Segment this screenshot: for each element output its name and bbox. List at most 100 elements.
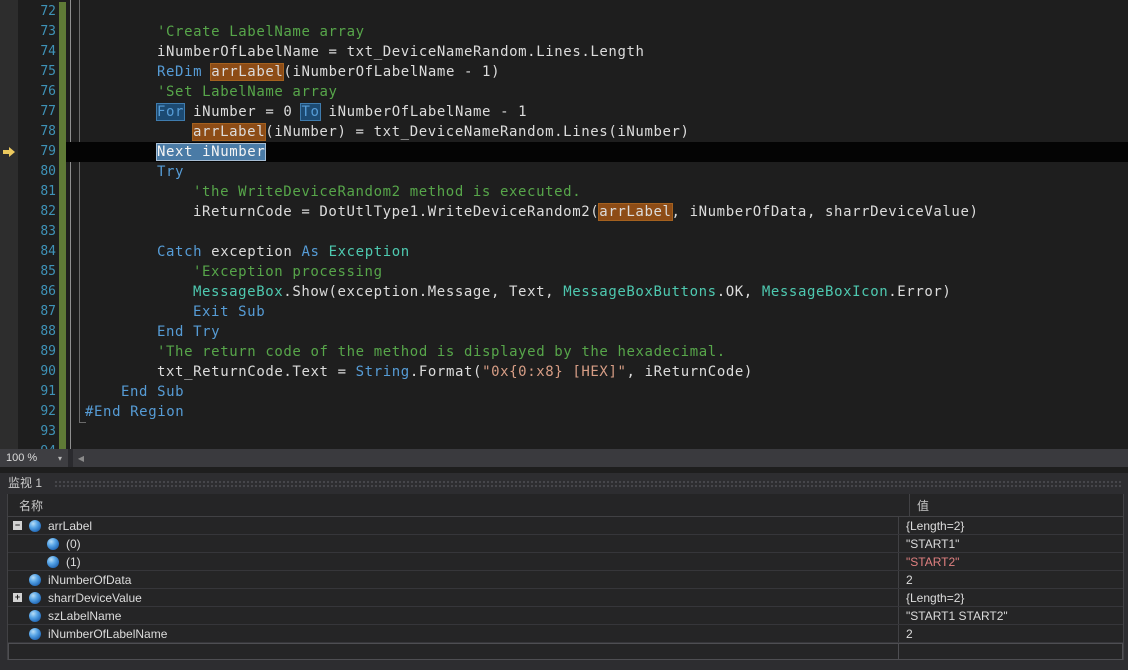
code-token: Exit Sub: [193, 304, 265, 320]
code-token: [320, 244, 329, 260]
watch-value-cell[interactable]: "START2": [899, 553, 1123, 570]
code-line-text: iReturnCode = DotUtlType1.WriteDeviceRan…: [85, 202, 979, 222]
line-number: 89: [0, 342, 56, 362]
code-line[interactable]: 78 arrLabel(iNumber) = txt_DeviceNameRand…: [0, 122, 1128, 142]
code-token: Exception: [329, 244, 410, 260]
watch-value-cell[interactable]: "START1": [899, 535, 1123, 552]
code-lines: 7273'Create LabelName array74iNumberOfLa…: [0, 2, 1128, 449]
line-number: 84: [0, 242, 56, 262]
watch-row[interactable]: szLabelName"START1 START2": [8, 607, 1123, 625]
code-token: , iNumberOfData, sharrDeviceValue): [672, 204, 979, 220]
code-token: (iNumberOfLabelName - 1): [283, 64, 500, 80]
code-line-text: For iNumber = 0 To iNumberOfLabelName - …: [85, 102, 527, 122]
code-token: (iNumber) = txt_DeviceNameRandom.Lines(i…: [265, 124, 689, 140]
code-token: 'Exception processing: [193, 264, 383, 280]
expand-icon[interactable]: +: [13, 593, 22, 602]
watch-row[interactable]: iNumberOfLabelName2: [8, 625, 1123, 643]
watch-row[interactable]: − arrLabel {Length=2}: [8, 517, 1123, 535]
watch-row[interactable]: +sharrDeviceValue{Length=2}: [8, 589, 1123, 607]
horizontal-scrollbar[interactable]: [89, 449, 1128, 467]
code-line[interactable]: 80Try: [0, 162, 1128, 182]
code-token: MessageBoxButtons: [563, 284, 717, 300]
line-number: 77: [0, 102, 56, 122]
change-tracking-bar: [59, 182, 66, 202]
code-line[interactable]: 86MessageBox.Show(exception.Message, Tex…: [0, 282, 1128, 302]
code-token: exception: [202, 244, 301, 260]
watch-variable-name: arrLabel: [48, 519, 92, 533]
column-header-name[interactable]: 名称: [8, 494, 910, 516]
code-line[interactable]: 92#End Region: [0, 402, 1128, 422]
add-watch-value-cell: [899, 643, 1123, 660]
code-line[interactable]: 91End Sub: [0, 382, 1128, 402]
watch-value-cell[interactable]: {Length=2}: [899, 589, 1123, 606]
code-line[interactable]: 90txt_ReturnCode.Text = String.Format("0…: [0, 362, 1128, 382]
editor-bottom-bar: 100 % ▾ ◀: [0, 449, 1128, 467]
watch-variable-name: (0): [66, 537, 81, 551]
watch-row[interactable]: (1) "START2": [8, 553, 1123, 571]
change-tracking-bar: [59, 302, 66, 322]
watch-value-cell[interactable]: 2: [899, 571, 1123, 588]
code-line[interactable]: 93: [0, 422, 1128, 442]
code-line[interactable]: 77 For iNumber = 0 To iNumberOfLabelName …: [0, 102, 1128, 122]
line-number: 78: [0, 122, 56, 142]
column-header-value[interactable]: 值: [910, 497, 1123, 514]
code-line[interactable]: 87 Exit Sub: [0, 302, 1128, 322]
code-line[interactable]: 83: [0, 222, 1128, 242]
code-line[interactable]: 79Next iNumber: [0, 142, 1128, 162]
watch-variable-value: "START1 START2": [906, 609, 1008, 623]
watch-value-cell[interactable]: "START1 START2": [899, 607, 1123, 624]
code-token: arrLabel: [193, 124, 265, 140]
watch-variable-name: (1): [66, 555, 81, 569]
code-token: #End Region: [85, 404, 184, 420]
code-editor[interactable]: 7273'Create LabelName array74iNumberOfLa…: [0, 0, 1128, 449]
change-tracking-bar: [59, 382, 66, 402]
watch-row[interactable]: iNumberOfData2: [8, 571, 1123, 589]
change-tracking-bar: [59, 22, 66, 42]
code-line-text: 'Create LabelName array: [85, 22, 365, 42]
add-watch-name-cell[interactable]: [8, 643, 899, 660]
change-tracking-bar: [59, 262, 66, 282]
code-line-text: Exit Sub: [85, 302, 265, 322]
code-line-text: 'Set LabelName array: [85, 82, 338, 102]
watch-name-cell: +sharrDeviceValue: [8, 589, 899, 606]
zoom-level-value: 100 %: [6, 452, 37, 464]
watch-value-cell[interactable]: {Length=2}: [899, 517, 1123, 534]
code-token: String: [356, 364, 410, 380]
code-line[interactable]: 72: [0, 2, 1128, 22]
code-line[interactable]: 94: [0, 442, 1128, 449]
code-line-text: iNumberOfLabelName = txt_DeviceNameRando…: [85, 42, 645, 62]
code-line[interactable]: 84Catch exception As Exception: [0, 242, 1128, 262]
code-line-text: arrLabel(iNumber) = txt_DeviceNameRandom…: [85, 122, 690, 142]
line-number: 87: [0, 302, 56, 322]
watch-grid: 名称 值 − arrLabel {Length=2} (0) "START1" (1) "S…: [7, 494, 1124, 660]
watch-value-cell[interactable]: 2: [899, 625, 1123, 642]
code-line[interactable]: 74iNumberOfLabelName = txt_DeviceNameRan…: [0, 42, 1128, 62]
code-line[interactable]: 76'Set LabelName array: [0, 82, 1128, 102]
change-tracking-bar: [59, 142, 66, 162]
scroll-left-button[interactable]: ◀: [73, 449, 89, 467]
code-line-text: 'Exception processing: [85, 262, 383, 282]
code-line[interactable]: 88End Try: [0, 322, 1128, 342]
code-line-text: Next iNumber: [85, 142, 265, 162]
code-line-text: txt_ReturnCode.Text = String.Format("0x{…: [85, 362, 753, 382]
watch-row[interactable]: (0) "START1": [8, 535, 1123, 553]
code-token: 'the WriteDeviceRandom2 method is execut…: [193, 184, 581, 200]
change-tracking-bar: [59, 362, 66, 382]
collapse-icon[interactable]: −: [13, 521, 22, 530]
code-line[interactable]: 85'Exception processing: [0, 262, 1128, 282]
watch-title-bar[interactable]: 监视 1: [0, 473, 1128, 494]
code-line-text: MessageBox.Show(exception.Message, Text,…: [85, 282, 951, 302]
line-number: 91: [0, 382, 56, 402]
change-tracking-bar: [59, 222, 66, 242]
code-line[interactable]: 89'The return code of the method is disp…: [0, 342, 1128, 362]
code-line[interactable]: 75ReDim arrLabel(iNumberOfLabelName - 1): [0, 62, 1128, 82]
variable-icon: [47, 538, 59, 550]
code-line[interactable]: 73'Create LabelName array: [0, 22, 1128, 42]
variable-icon: [29, 574, 41, 586]
watch-add-row[interactable]: [8, 643, 1123, 660]
code-line[interactable]: 81'the WriteDeviceRandom2 method is exec…: [0, 182, 1128, 202]
code-line[interactable]: 82iReturnCode = DotUtlType1.WriteDeviceR…: [0, 202, 1128, 222]
code-token: iNumberOfLabelName = txt_DeviceNameRando…: [157, 44, 645, 60]
code-line-text: End Try: [85, 322, 220, 342]
zoom-level-dropdown[interactable]: 100 % ▾: [0, 449, 68, 467]
